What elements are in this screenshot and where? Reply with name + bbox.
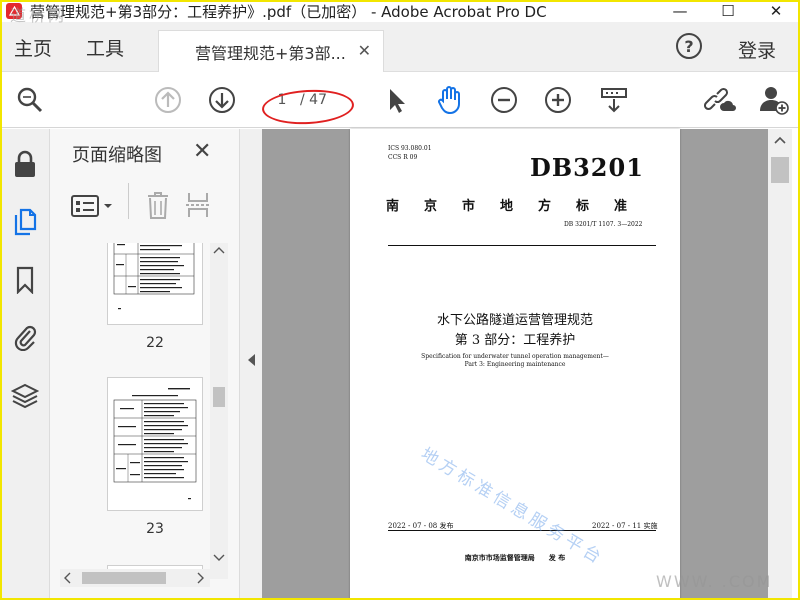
document-title: 水下公路隧道运营管理规范 bbox=[436, 313, 593, 328]
tab-document-label: 营管理规范+第3部... bbox=[195, 43, 346, 63]
thumbnail-label: 22 bbox=[146, 335, 164, 351]
thumbnail-vertical-scrollbar[interactable] bbox=[210, 243, 228, 579]
total-pages: / 47 bbox=[300, 92, 327, 108]
maximize-button[interactable]: ☐ bbox=[704, 0, 752, 22]
navigation-rail bbox=[0, 129, 50, 600]
close-window-button[interactable]: ✕ bbox=[752, 0, 800, 22]
thumbnail-page-22[interactable] bbox=[107, 243, 203, 325]
share-link-icon[interactable] bbox=[704, 84, 736, 116]
tab-tools[interactable]: 工具 bbox=[86, 22, 124, 72]
hand-tool-icon[interactable] bbox=[434, 84, 466, 116]
pages-icon[interactable] bbox=[10, 207, 40, 237]
document-vertical-scrollbar[interactable] bbox=[768, 129, 792, 600]
tab-home[interactable]: 主页 bbox=[14, 22, 52, 72]
document-viewport[interactable]: ICS 93.080.01 CCS R 09 DB3201 南 京 市 地 方 … bbox=[262, 129, 768, 600]
pdf-page: ICS 93.080.01 CCS R 09 DB3201 南 京 市 地 方 … bbox=[350, 129, 680, 600]
close-tab-icon[interactable]: ✕ bbox=[358, 41, 371, 60]
db-code: DB3201 bbox=[530, 153, 644, 182]
english-title: Specification for underwater tunnel oper… bbox=[421, 353, 609, 360]
insert-page-icon[interactable] bbox=[184, 189, 212, 225]
add-user-icon[interactable] bbox=[758, 84, 790, 116]
english-subtitle: Part 3: Engineering maintenance bbox=[464, 361, 566, 368]
page-down-icon[interactable] bbox=[206, 84, 238, 116]
panel-title: 页面缩略图 bbox=[72, 145, 162, 166]
publisher: 南京市市场监督管理局 发 布 bbox=[464, 553, 566, 562]
layers-icon[interactable] bbox=[10, 381, 40, 411]
thumbnail-options-icon[interactable] bbox=[70, 191, 120, 225]
standard-number: DB 3201/T 1107. 3—2022 bbox=[564, 221, 643, 228]
thumbnail-page-23[interactable] bbox=[107, 377, 203, 511]
document-subtitle: 第 3 部分：工程养护 bbox=[454, 333, 576, 348]
collapse-panel-handle[interactable] bbox=[240, 129, 262, 600]
toolbar-divider bbox=[128, 183, 129, 219]
scroll-mode-icon[interactable] bbox=[598, 84, 630, 116]
zoom-in-icon[interactable] bbox=[542, 84, 574, 116]
trash-icon[interactable] bbox=[144, 189, 172, 225]
bookmark-icon[interactable] bbox=[10, 265, 40, 295]
zoom-out-icon[interactable] bbox=[488, 84, 520, 116]
panel-toolbar bbox=[70, 183, 235, 227]
attachment-icon[interactable] bbox=[10, 321, 40, 351]
thumbnail-horizontal-scrollbar[interactable] bbox=[60, 569, 210, 587]
ics-code: ICS 93.080.01 bbox=[388, 145, 432, 152]
thumbnails-panel: 页面缩略图 ✕ 22 23 bbox=[50, 129, 240, 600]
thumbnail-label: 23 bbox=[146, 521, 164, 537]
page-indicator[interactable]: 1 / 47 bbox=[270, 86, 350, 114]
login-button[interactable]: 登录 bbox=[738, 36, 776, 63]
watermark-top-left: 道桥网 bbox=[10, 6, 68, 25]
window-title: 营管理规范+第3部分：工程养护》.pdf（已加密） - Adobe Acroba… bbox=[30, 2, 547, 21]
tab-bar: 主页 工具 营管理规范+第3部... ✕ ? 登录 bbox=[0, 22, 800, 72]
footer-rule bbox=[388, 530, 656, 531]
watermark-bottom-right: WWW. .COM bbox=[656, 572, 773, 591]
toolbar: 1 / 47 bbox=[0, 72, 800, 128]
search-zoom-icon[interactable] bbox=[14, 84, 46, 116]
current-page-input[interactable]: 1 bbox=[270, 92, 294, 108]
select-cursor-icon[interactable] bbox=[380, 84, 412, 116]
thumbnail-list[interactable]: 22 23 bbox=[56, 243, 236, 579]
title-bar: 营管理规范+第3部分：工程养护》.pdf（已加密） - Adobe Acroba… bbox=[0, 0, 800, 22]
lock-icon[interactable] bbox=[10, 149, 40, 179]
minimize-button[interactable]: — bbox=[656, 0, 704, 22]
help-icon[interactable]: ? bbox=[676, 33, 702, 59]
tab-document[interactable]: 营管理规范+第3部... ✕ bbox=[158, 30, 384, 72]
close-panel-icon[interactable]: ✕ bbox=[193, 139, 211, 164]
ccs-code: CCS R 09 bbox=[388, 154, 418, 161]
page-up-icon[interactable] bbox=[152, 84, 184, 116]
issuer-heading: 南 京 市 地 方 标 准 bbox=[386, 199, 634, 214]
header-rule bbox=[388, 245, 656, 246]
